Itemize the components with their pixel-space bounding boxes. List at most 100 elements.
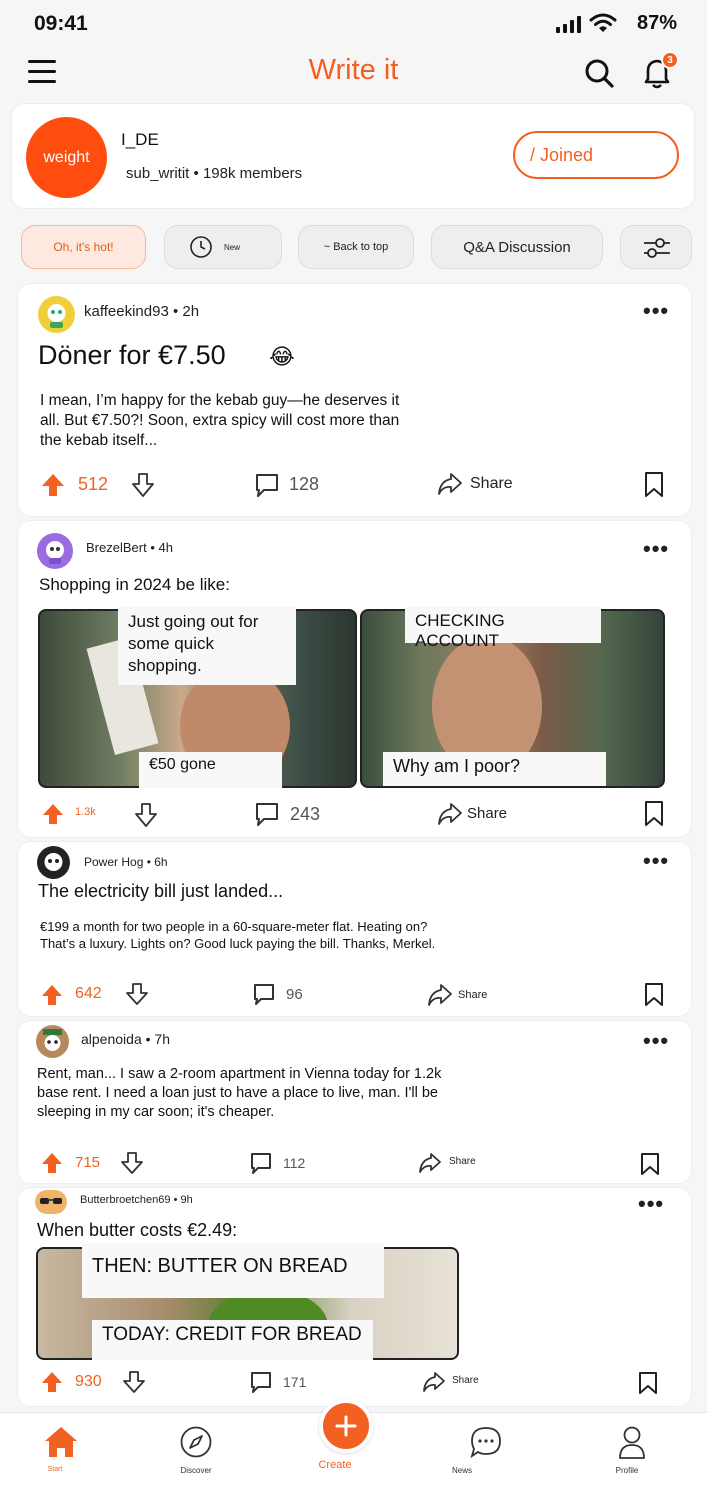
meme-caption-text: Just going out for some quick shopping. (128, 612, 259, 676)
filter-qa-label: Q&A Discussion (463, 238, 571, 256)
more-options-icon[interactable]: ••• (643, 848, 669, 874)
vote-count: 642 (75, 985, 102, 1002)
meme-caption-text: Why am I poor? (393, 756, 521, 776)
plus-icon (335, 1415, 357, 1437)
nav-news[interactable]: News (452, 1423, 516, 1483)
upvote-icon[interactable] (42, 803, 64, 825)
clock-icon (190, 236, 212, 258)
user-avatar[interactable] (36, 1025, 69, 1058)
upvote-icon[interactable] (41, 473, 65, 497)
filter-new-label: New (223, 242, 240, 252)
post-title[interactable]: When butter costs €2.49: (37, 1219, 237, 1242)
upvote-icon[interactable] (41, 1371, 63, 1393)
downvote-icon[interactable] (121, 1152, 143, 1174)
post-author[interactable]: Power Hog (84, 855, 143, 869)
user-avatar[interactable] (38, 296, 75, 333)
avatar-mascot-icon (43, 1029, 62, 1051)
share-icon[interactable] (418, 1152, 442, 1174)
downvote-icon[interactable] (123, 1371, 145, 1393)
more-options-icon[interactable]: ••• (643, 298, 669, 324)
comment-count: 243 (290, 804, 321, 824)
share-button[interactable]: Share (458, 989, 487, 1001)
user-avatar[interactable] (37, 846, 70, 879)
more-options-icon[interactable]: ••• (643, 1028, 669, 1054)
bookmark-icon[interactable] (640, 1152, 660, 1176)
post-author[interactable]: BrezelBert (86, 540, 147, 555)
filter-new[interactable]: New (164, 225, 282, 269)
filter-settings[interactable] (620, 225, 692, 269)
nav-start[interactable]: Start (30, 1423, 90, 1483)
comment-icon[interactable] (249, 1370, 273, 1394)
status-time: 09:41 (34, 12, 88, 35)
upvote-icon[interactable] (41, 984, 63, 1006)
app-header: Write it 3 (0, 48, 707, 100)
meme-caption-text: TODAY: CREDIT FOR BREAD (102, 1324, 362, 1345)
home-icon (45, 1427, 77, 1457)
post-title[interactable]: Döner for €7.50 😂 (38, 338, 295, 373)
community-avatar-text: weight (43, 148, 90, 166)
post-author[interactable]: Butterbroetchen69 (80, 1194, 171, 1206)
share-icon[interactable] (437, 472, 463, 496)
share-icon[interactable] (427, 983, 453, 1007)
filter-back-to-top[interactable]: ~ Back to top (298, 225, 414, 269)
post-body: I mean, I’m happy for the kebab guy—he d… (40, 392, 400, 450)
comment-icon[interactable] (249, 1151, 273, 1175)
sliders-icon (644, 238, 670, 258)
bookmark-icon[interactable] (638, 1371, 658, 1395)
joined-button[interactable]: / Joined (513, 131, 679, 179)
comment-icon[interactable] (254, 472, 280, 498)
bookmark-icon[interactable] (644, 471, 664, 498)
post-body: Rent, man... I saw a 2-room apartment in… (37, 1066, 442, 1120)
share-button[interactable]: Share (467, 805, 507, 822)
nav-profile[interactable]: Profile (602, 1423, 662, 1483)
community-members: 198k members (202, 165, 303, 182)
more-options-icon[interactable]: ••• (643, 536, 669, 562)
search-icon[interactable] (584, 58, 616, 90)
downvote-icon[interactable] (126, 983, 148, 1005)
notification-badge: 3 (661, 51, 679, 69)
downvote-icon[interactable] (131, 473, 155, 497)
meme-caption: TODAY: CREDIT FOR BREAD (92, 1320, 373, 1360)
comment-icon[interactable] (254, 801, 280, 827)
community-name: I_DE (121, 130, 159, 149)
bookmark-icon[interactable] (644, 982, 664, 1007)
post-meta: kaffeekind93 • 2h (84, 303, 200, 320)
user-avatar[interactable] (35, 1190, 67, 1214)
vote-count: 512 (78, 474, 109, 494)
post-body: €199 a month for two people in a 60-squa… (40, 919, 436, 951)
more-options-icon[interactable]: ••• (638, 1191, 664, 1217)
bookmark-icon[interactable] (644, 800, 664, 827)
person-icon (619, 1426, 645, 1459)
signal-icon (556, 16, 581, 33)
comment-icon[interactable] (252, 982, 276, 1006)
filter-qa-discussion[interactable]: Q&A Discussion (431, 225, 603, 269)
upvote-icon[interactable] (41, 1152, 63, 1174)
comment-count: 171 (283, 1374, 307, 1390)
sunglasses-mascot-icon (40, 1198, 62, 1204)
comment-count: 112 (283, 1155, 306, 1171)
community-avatar: weight (26, 117, 107, 198)
filter-hot-label: Oh, it's hot! (53, 240, 114, 254)
meme-caption: Why am I poor? (383, 752, 606, 786)
nav-discover[interactable]: Discover (166, 1423, 226, 1483)
share-button[interactable]: Share (470, 475, 513, 493)
nav-label: News (451, 1466, 472, 1475)
post-title[interactable]: The electricity bill just landed... (38, 880, 283, 903)
meme-caption-text: THEN: BUTTER ON BREAD (92, 1255, 348, 1277)
create-button[interactable] (319, 1399, 373, 1453)
downvote-icon[interactable] (134, 803, 158, 827)
vote-count: 930 (75, 1373, 102, 1390)
post-author[interactable]: alpenoida (81, 1031, 142, 1047)
vote-count: 715 (75, 1154, 101, 1171)
nav-label: Create (318, 1459, 352, 1471)
filter-hot[interactable]: Oh, it's hot! (21, 225, 146, 269)
share-icon[interactable] (422, 1371, 446, 1393)
battery-level: 87% (636, 12, 677, 34)
share-button[interactable]: Share (452, 1375, 479, 1386)
post-author[interactable]: kaffeekind93 (84, 303, 169, 320)
user-avatar[interactable] (37, 533, 73, 569)
share-icon[interactable] (437, 802, 463, 826)
share-button[interactable]: Share (449, 1156, 476, 1167)
post-title[interactable]: Shopping in 2024 be like: (39, 574, 230, 596)
status-bar: 09:41 87% (0, 0, 707, 48)
